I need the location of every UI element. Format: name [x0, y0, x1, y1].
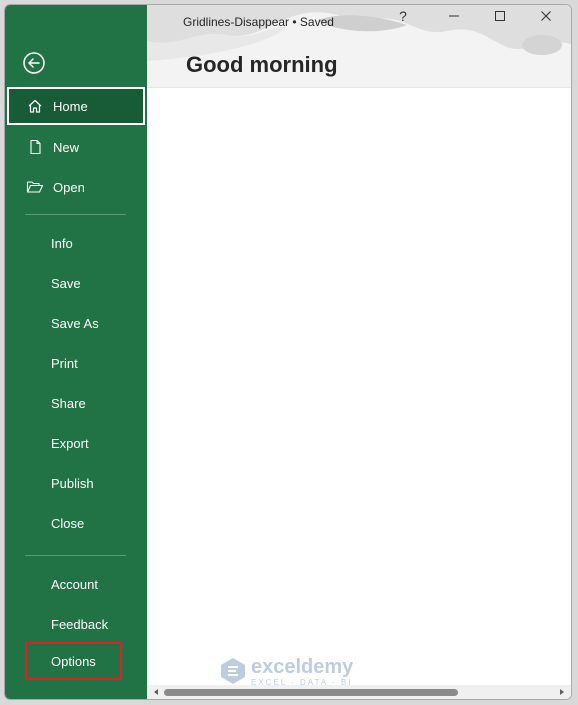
sidebar-item-print[interactable]: Print: [7, 344, 145, 382]
sidebar-item-label: Account: [51, 576, 98, 592]
sidebar-divider: [25, 214, 126, 215]
back-arrow-icon: [23, 52, 45, 74]
open-folder-icon: [25, 177, 45, 197]
excel-backstage-window: Home New Open Info Save Save As Print Sh…: [4, 4, 572, 700]
help-button[interactable]: ?: [380, 5, 426, 27]
sidebar-item-label: Save: [51, 275, 81, 291]
caret-right-icon: [560, 689, 564, 695]
sidebar-item-close[interactable]: Close: [7, 504, 145, 542]
backstage-content: exceldemy EXCEL · DATA · BI: [147, 88, 571, 687]
page-title: Good morning: [186, 52, 338, 77]
sidebar-item-export[interactable]: Export: [7, 424, 145, 462]
sidebar-item-label: Open: [53, 179, 85, 195]
close-window-button[interactable]: [523, 5, 569, 27]
sidebar-item-label: Feedback: [51, 616, 109, 632]
scroll-right-button[interactable]: [555, 685, 569, 699]
sidebar-item-label: Export: [51, 435, 89, 451]
sidebar-item-new[interactable]: New: [7, 128, 145, 166]
sidebar-item-label: Print: [51, 355, 78, 371]
new-document-icon: [25, 137, 45, 157]
backstage-header: Gridlines-Disappear • Saved Good morning…: [147, 5, 571, 88]
sidebar-item-label: Home: [53, 98, 88, 114]
maximize-button[interactable]: [477, 5, 523, 27]
sidebar-item-label: New: [53, 139, 80, 155]
help-icon: ?: [399, 8, 407, 24]
sidebar-item-label: Close: [51, 515, 85, 531]
sidebar-item-label: Options: [51, 653, 96, 669]
sidebar-item-save-as[interactable]: Save As: [7, 304, 145, 342]
home-icon: [25, 96, 45, 116]
sidebar-item-open[interactable]: Open: [7, 168, 145, 206]
sidebar-item-info[interactable]: Info: [7, 224, 145, 262]
scroll-left-button[interactable]: [149, 685, 163, 699]
sidebar-item-label: Share: [51, 395, 86, 411]
sidebar-item-home[interactable]: Home: [7, 87, 145, 125]
watermark-name: exceldemy: [251, 656, 354, 678]
sidebar-item-save[interactable]: Save: [7, 264, 145, 302]
exceldemy-logo-icon: [221, 658, 245, 684]
horizontal-scrollbar[interactable]: [147, 685, 571, 699]
sidebar-item-label: Info: [51, 235, 73, 251]
sidebar-item-label: Save As: [51, 315, 99, 331]
window-title: Gridlines-Disappear • Saved: [183, 15, 334, 29]
back-button[interactable]: [22, 51, 46, 75]
scrollbar-thumb[interactable]: [164, 689, 458, 696]
close-icon: [541, 11, 551, 21]
sidebar-item-options[interactable]: Options: [25, 642, 122, 680]
sidebar-divider: [25, 555, 126, 556]
caret-left-icon: [154, 689, 158, 695]
sidebar-item-label: Publish: [51, 475, 94, 491]
maximize-icon: [495, 11, 505, 21]
backstage-sidebar: Home New Open Info Save Save As Print Sh…: [5, 5, 147, 699]
sidebar-item-publish[interactable]: Publish: [7, 464, 145, 502]
sidebar-item-share[interactable]: Share: [7, 384, 145, 422]
sidebar-item-account[interactable]: Account: [7, 565, 145, 603]
minimize-icon: [449, 15, 459, 17]
minimize-button[interactable]: [431, 5, 477, 27]
sidebar-item-feedback[interactable]: Feedback: [7, 605, 145, 643]
